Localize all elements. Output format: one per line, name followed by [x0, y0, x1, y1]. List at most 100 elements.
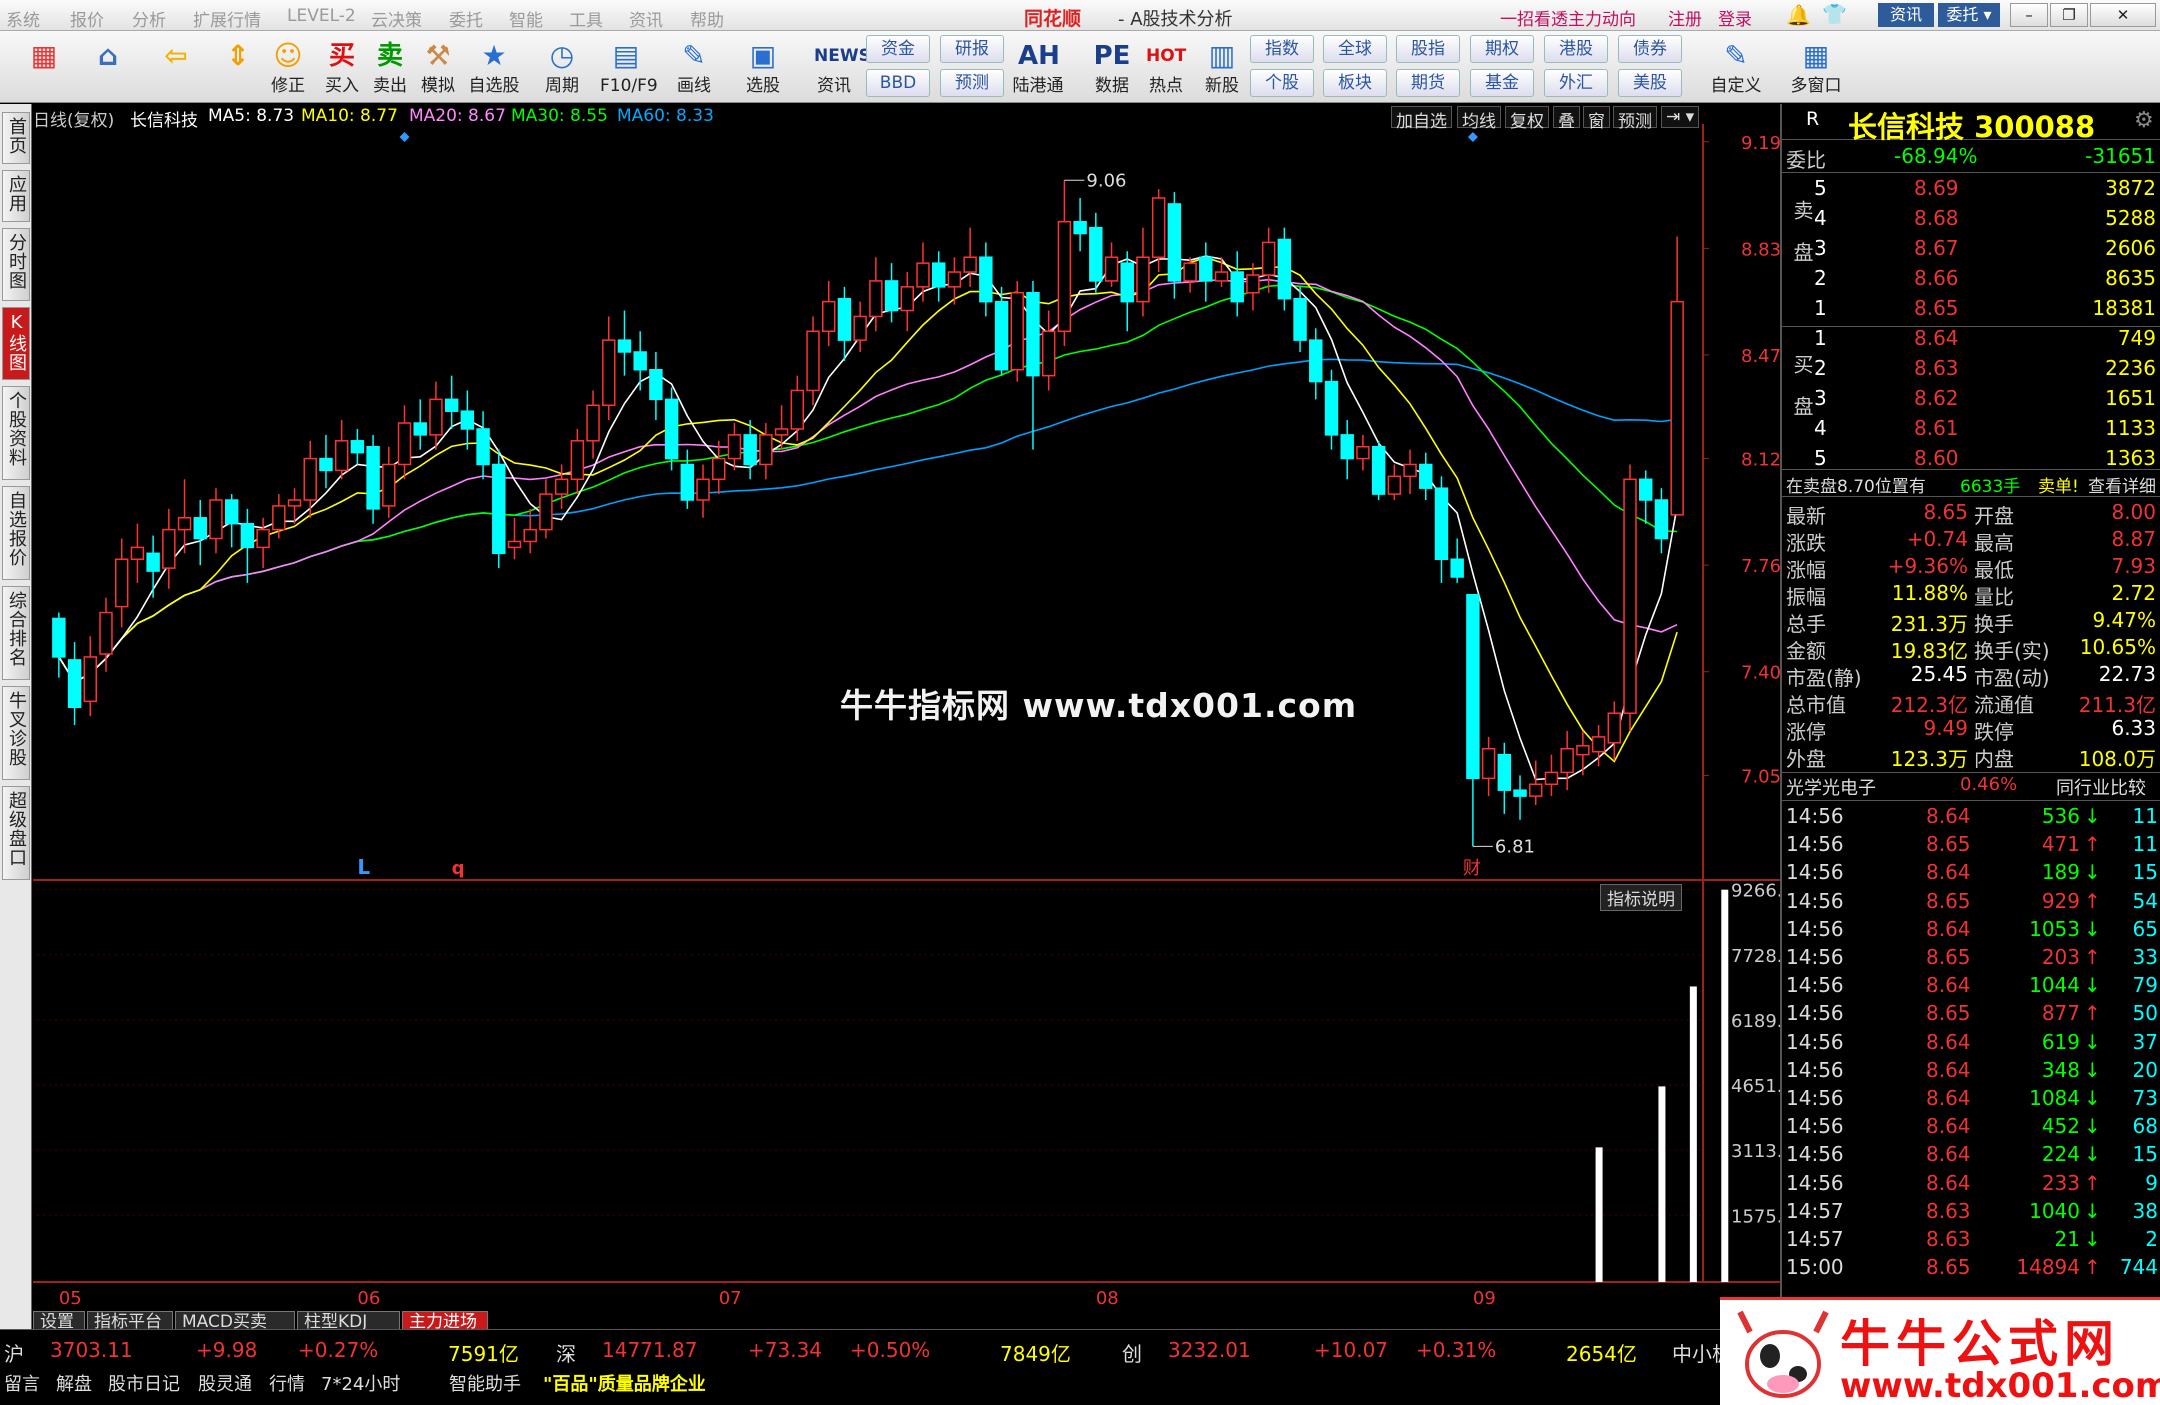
news-ticker[interactable]: "百品"质量品牌企业: [543, 1370, 706, 1396]
indicator-help-button[interactable]: 指标说明: [1600, 884, 1682, 911]
toolbar-small-2-bottom[interactable]: 个股: [1250, 69, 1314, 97]
toolbar-small-5-bottom[interactable]: 基金: [1470, 69, 1534, 97]
settings-icon[interactable]: ⚙: [2134, 108, 2154, 133]
ask-price[interactable]: 8.65: [1914, 296, 1959, 320]
toolbar-small-0-bottom[interactable]: BBD: [866, 69, 930, 97]
view-detail-link[interactable]: 查看详细: [2088, 472, 2156, 497]
bottom-link-5[interactable]: 7*24小时: [321, 1370, 400, 1396]
shirt-icon[interactable]: 👕: [1822, 2, 1847, 26]
toolbar-small-5-top[interactable]: 期权: [1470, 35, 1534, 63]
sidebar-tab-6[interactable]: 综合排名: [2, 586, 30, 680]
toolbar-hot-button[interactable]: HOT 热点: [1140, 33, 1192, 101]
toolbar-multiwindow-button[interactable]: ▦ 多窗口: [1784, 33, 1848, 101]
sidebar-tab-3[interactable]: K线图: [2, 307, 30, 380]
menu-1[interactable]: 报价: [70, 6, 104, 31]
tick-volume: 929: [2041, 888, 2080, 913]
bid-price[interactable]: 8.60: [1914, 446, 1959, 470]
menu-9[interactable]: 资讯: [629, 6, 663, 31]
menu-3[interactable]: 扩展行情: [193, 6, 261, 31]
bottom-link-1[interactable]: 解盘: [56, 1370, 92, 1396]
chart-area[interactable]: 日线(复权) 长信科技 MA5: 8.73 MA10: 8.77 MA20: 8…: [33, 104, 1780, 1329]
ask-price[interactable]: 8.69: [1914, 176, 1959, 200]
ask-price[interactable]: 8.66: [1914, 266, 1959, 290]
toolbar-buy-button[interactable]: 买买入: [316, 33, 368, 101]
toolbar-f10-button[interactable]: ▤ F10/F9: [600, 33, 658, 101]
trade-button[interactable]: 委托 ▾: [1938, 3, 2000, 27]
toolbar-small-7-bottom[interactable]: 美股: [1618, 69, 1682, 97]
ask-level: 2: [1814, 266, 1827, 290]
menu-8[interactable]: 工具: [569, 6, 603, 31]
toolbar-pen-button[interactable]: ✎ 画线: [668, 33, 720, 101]
marker-finance[interactable]: 财: [1463, 858, 1481, 879]
toolbar-small-2-top[interactable]: 指数: [1250, 35, 1314, 63]
menu-4[interactable]: LEVEL-2: [287, 6, 356, 26]
sidebar-tab-5[interactable]: 自选报价: [2, 486, 30, 580]
bid-price[interactable]: 8.61: [1914, 416, 1959, 440]
toolbar-small-3-bottom[interactable]: 板块: [1323, 69, 1387, 97]
bottom-link-6[interactable]: 智能助手: [449, 1370, 521, 1396]
toolbar-ah-button[interactable]: AH 陆港通: [1012, 33, 1064, 101]
ma20-line: [58, 278, 1678, 684]
ask-price[interactable]: 8.67: [1914, 236, 1959, 260]
marker-l[interactable]: L: [357, 855, 370, 879]
bottom-link-0[interactable]: 留言: [4, 1370, 40, 1396]
menu-6[interactable]: 委托: [449, 6, 483, 31]
toolbar-home-button[interactable]: ⌂: [82, 33, 134, 101]
bottom-link-4[interactable]: 行情: [269, 1370, 305, 1396]
toolbar-clock-button[interactable]: ◷ 周期: [536, 33, 588, 101]
menu-7[interactable]: 智能: [509, 6, 543, 31]
toolbar-fix-button[interactable]: ☺ 修正: [262, 33, 314, 101]
bid-price[interactable]: 8.63: [1914, 356, 1959, 380]
marker-q[interactable]: q: [452, 858, 465, 879]
sidebar-tab-8[interactable]: 超级盘口: [2, 786, 30, 880]
sidebar-tab-0[interactable]: 首页: [2, 112, 30, 164]
toolbar-up-down-button[interactable]: ⇕: [212, 33, 264, 101]
sidebar-tab-7[interactable]: 牛叉诊股: [2, 686, 30, 780]
toolbar-star-button[interactable]: ★ 自选股: [468, 33, 520, 101]
toolbar-hammer-button[interactable]: ⚒ 模拟: [412, 33, 464, 101]
login-link[interactable]: 登录: [1718, 5, 1752, 30]
menu-0[interactable]: 系统: [6, 6, 40, 31]
toolbar-small-1-top[interactable]: 研报: [940, 35, 1004, 63]
toolbar-small-3-top[interactable]: 全球: [1323, 35, 1387, 63]
sector-name[interactable]: 光学光电子: [1786, 774, 1876, 800]
toolbar-small-6-bottom[interactable]: 外汇: [1544, 69, 1608, 97]
index-cy-0[interactable]: 创: [1122, 1338, 1142, 1367]
index-sh-0[interactable]: 沪: [4, 1338, 24, 1367]
toolbar-small-1-bottom[interactable]: 预测: [940, 69, 1004, 97]
close-button[interactable]: ✕: [2090, 3, 2156, 27]
sidebar-tab-2[interactable]: 分时图: [2, 228, 30, 301]
toolbar-ipo-button[interactable]: ▥ 新股: [1196, 33, 1248, 101]
toolbar-screen-button[interactable]: ▣ 选股: [737, 33, 789, 101]
bell-icon[interactable]: 🔔: [1786, 3, 1811, 27]
toolbar-small-7-top[interactable]: 债券: [1618, 35, 1682, 63]
bottom-link-3[interactable]: 股灵通: [198, 1370, 252, 1396]
bid-price[interactable]: 8.62: [1914, 386, 1959, 410]
bottom-link-2[interactable]: 股市日记: [108, 1370, 180, 1396]
toolbar-small-6-top[interactable]: 港股: [1544, 35, 1608, 63]
sidebar-tab-1[interactable]: 应用: [2, 170, 30, 222]
menu-2[interactable]: 分析: [132, 6, 166, 31]
menu-5[interactable]: 云决策: [371, 6, 422, 31]
toolbar-small-4-top[interactable]: 股指: [1396, 35, 1460, 63]
news-button[interactable]: 资讯: [1878, 3, 1934, 27]
maximize-button[interactable]: ❐: [2050, 3, 2088, 27]
peer-compare-button[interactable]: 同行业比较: [2056, 774, 2146, 800]
toolbar-sell-button[interactable]: 卖卖出: [364, 33, 416, 101]
toolbar-back-arrow-button[interactable]: ⇦: [150, 33, 202, 101]
index-sz-0[interactable]: 深: [556, 1338, 576, 1367]
ask-price[interactable]: 8.68: [1914, 206, 1959, 230]
window-title: - A股技术分析: [1118, 9, 1233, 30]
promo-link[interactable]: 一招看透主力动向: [1500, 5, 1636, 30]
toolbar-custom-button[interactable]: ✎ 自定义: [1704, 33, 1768, 101]
toolbar-small-0-top[interactable]: 资金: [866, 35, 930, 63]
toolbar-news-button[interactable]: NEWS 资讯: [808, 33, 871, 101]
toolbar-grid-button[interactable]: ▦: [18, 33, 70, 101]
bid-price[interactable]: 8.64: [1914, 326, 1959, 350]
register-link[interactable]: 注册: [1668, 5, 1702, 30]
minimize-button[interactable]: –: [2010, 3, 2048, 27]
toolbar-small-4-bottom[interactable]: 期货: [1396, 69, 1460, 97]
sidebar-tab-4[interactable]: 个股资料: [2, 386, 30, 480]
menu-10[interactable]: 帮助: [690, 6, 724, 31]
toolbar-pe-button[interactable]: PE 数据: [1086, 33, 1138, 101]
